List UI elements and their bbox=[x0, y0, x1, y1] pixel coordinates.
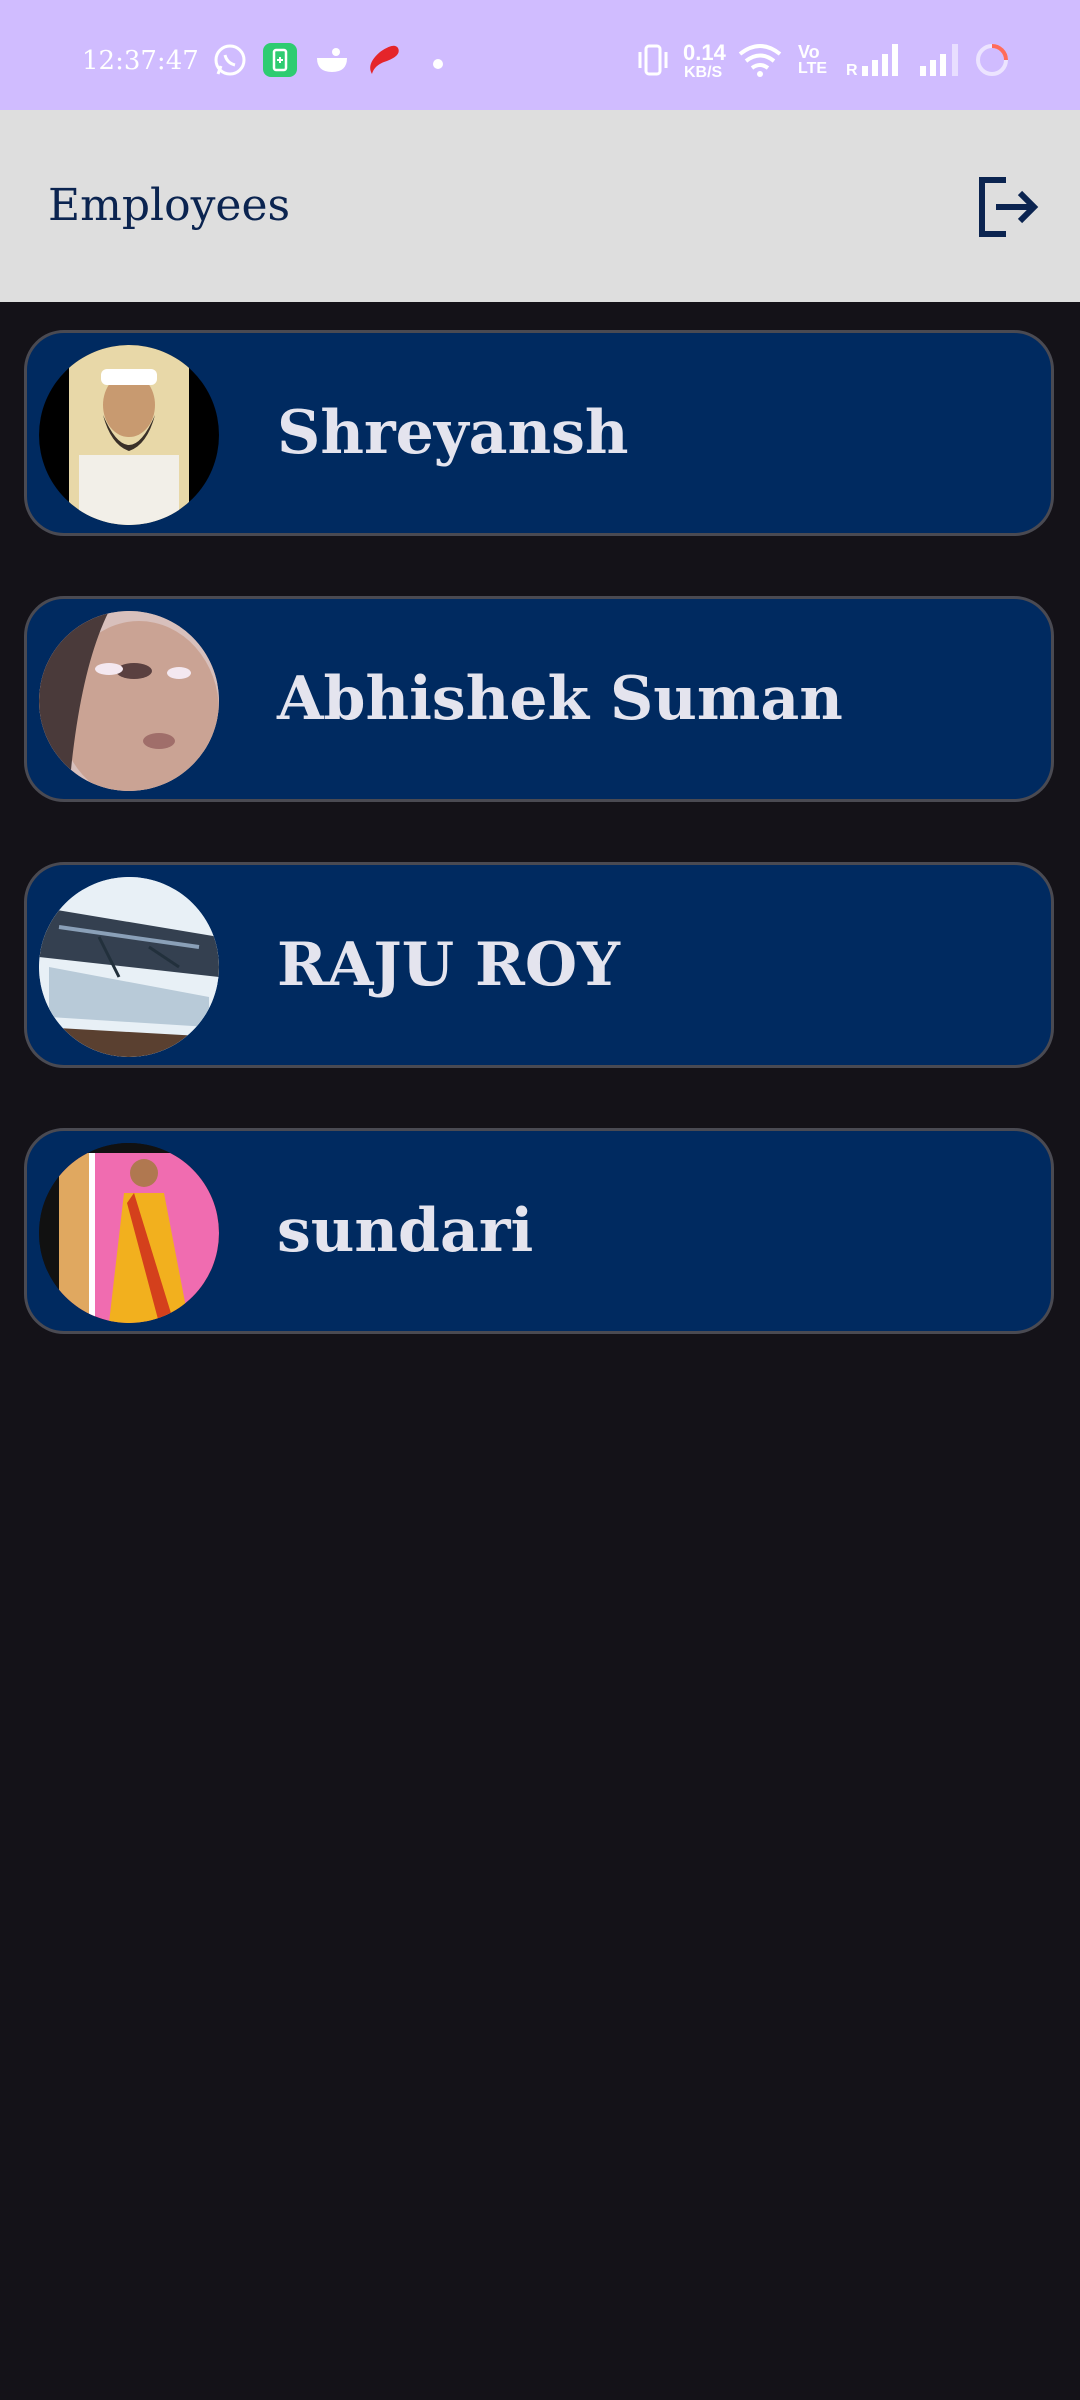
avatar bbox=[39, 345, 219, 525]
app-bar: Employees bbox=[0, 110, 1080, 302]
employee-name: sundari bbox=[277, 1196, 534, 1266]
employee-card[interactable]: sundari bbox=[24, 1128, 1054, 1334]
employee-card[interactable]: Abhishek Suman bbox=[24, 596, 1054, 802]
speed-unit: KB/S bbox=[684, 64, 723, 81]
employee-card[interactable]: RAJU ROY bbox=[24, 862, 1054, 1068]
employee-name: Abhishek Suman bbox=[277, 664, 843, 734]
battery-saver-icon bbox=[262, 42, 298, 82]
roaming-indicator: R bbox=[846, 62, 858, 79]
vibrate-icon bbox=[636, 42, 670, 82]
app-icon bbox=[314, 44, 350, 80]
wifi-icon bbox=[736, 40, 784, 84]
employee-card[interactable]: Shreyansh bbox=[24, 330, 1054, 536]
status-time: 12:37:47 bbox=[82, 46, 199, 76]
loading-icon bbox=[974, 42, 1010, 82]
signal-icon bbox=[860, 42, 908, 82]
page-title: Employees bbox=[48, 180, 291, 231]
avatar bbox=[39, 877, 219, 1057]
airtel-icon bbox=[364, 40, 404, 84]
status-bar: 12:37:47 0.14 KB/S Vo LTE R bbox=[0, 0, 1080, 110]
logout-icon bbox=[979, 177, 1039, 237]
logout-button[interactable] bbox=[972, 172, 1042, 242]
employee-name: RAJU ROY bbox=[277, 930, 620, 1000]
whatsapp-icon bbox=[212, 42, 248, 82]
dot-icon bbox=[432, 55, 444, 74]
speed-value: 0.14 bbox=[683, 40, 726, 65]
volte-bottom: LTE bbox=[798, 60, 828, 77]
avatar bbox=[39, 1143, 219, 1323]
signal-icon-2 bbox=[918, 42, 964, 82]
avatar bbox=[39, 611, 219, 791]
employee-name: Shreyansh bbox=[277, 398, 629, 468]
